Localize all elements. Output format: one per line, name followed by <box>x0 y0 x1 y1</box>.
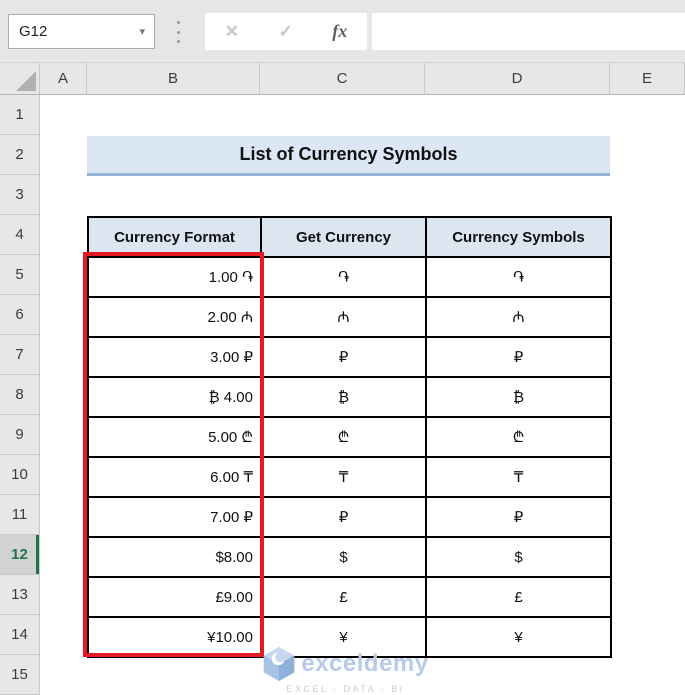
formula-strip: G12 ▾ ✕ ✓ fx <box>0 0 685 62</box>
cell-get-currency[interactable]: ₸ <box>260 456 427 498</box>
select-all-button[interactable] <box>0 63 40 94</box>
cell-currency-format[interactable]: ₿ 4.00 <box>87 376 262 418</box>
column-header-c[interactable]: C <box>260 63 425 94</box>
row-header-4[interactable]: 4 <box>0 215 40 255</box>
row-header-15[interactable]: 15 <box>0 655 40 695</box>
formula-buttons: ✕ ✓ fx <box>205 13 367 50</box>
cell-currency-symbol[interactable]: ¥ <box>425 616 612 658</box>
column-header-b[interactable]: B <box>87 63 260 94</box>
cancel-icon[interactable]: ✕ <box>225 22 239 42</box>
cell-get-currency[interactable]: ₼ <box>260 296 427 338</box>
row-header-1[interactable]: 1 <box>0 95 40 135</box>
row-header-6[interactable]: 6 <box>0 295 40 335</box>
cell-currency-format[interactable]: 7.00 ₽ <box>87 496 262 538</box>
name-box-value: G12 <box>19 23 48 40</box>
column-header-e[interactable]: E <box>610 63 685 94</box>
row-header-9[interactable]: 9 <box>0 415 40 455</box>
column-header-d[interactable]: D <box>425 63 610 94</box>
sheet-area[interactable]: List of Currency Symbols Currency Format… <box>40 95 685 695</box>
header-currency-format[interactable]: Currency Format <box>87 216 262 258</box>
row-header-3[interactable]: 3 <box>0 175 40 215</box>
cell-currency-symbol[interactable]: ₽ <box>425 336 612 378</box>
header-get-currency[interactable]: Get Currency <box>260 216 427 258</box>
table-row: 5.00 ₾ ₾ ₾ <box>87 416 612 458</box>
table-row: ₿ 4.00 ₿ ₿ <box>87 376 612 418</box>
table-row: 7.00 ₽ ₽ ₽ <box>87 496 612 538</box>
row-header-10[interactable]: 10 <box>0 455 40 495</box>
cell-currency-format[interactable]: $8.00 <box>87 536 262 578</box>
cell-currency-format[interactable]: 5.00 ₾ <box>87 416 262 458</box>
row-header-11[interactable]: 11 <box>0 495 40 535</box>
name-box[interactable]: G12 ▾ <box>8 14 155 49</box>
cell-currency-symbol[interactable]: ₼ <box>425 296 612 338</box>
cell-currency-format[interactable]: 3.00 ₽ <box>87 336 262 378</box>
cell-get-currency[interactable]: ֏ <box>260 256 427 298</box>
table-header-row: Currency Format Get Currency Currency Sy… <box>87 216 612 258</box>
cell-currency-format[interactable]: 6.00 ₸ <box>87 456 262 498</box>
cell-currency-symbol[interactable]: ₸ <box>425 456 612 498</box>
table-row: $8.00 $ $ <box>87 536 612 578</box>
title-cell[interactable]: List of Currency Symbols <box>87 136 610 176</box>
enter-icon[interactable]: ✓ <box>279 22 293 42</box>
cell-get-currency[interactable]: $ <box>260 536 427 578</box>
cell-currency-format[interactable]: 2.00 ₼ <box>87 296 262 338</box>
table-row: 1.00 ֏ ֏ ֏ <box>87 256 612 298</box>
column-header-strip: A B C D E <box>0 62 685 95</box>
watermark: exceldemy EXCEL - DATA - BI <box>258 645 433 694</box>
row-header-12-active[interactable]: 12 <box>0 535 40 575</box>
cell-currency-format[interactable]: ¥10.00 <box>87 616 262 658</box>
currency-table: Currency Format Get Currency Currency Sy… <box>87 216 612 658</box>
exceldemy-cube-logo-icon <box>264 647 295 681</box>
row-header-8[interactable]: 8 <box>0 375 40 415</box>
row-header-14[interactable]: 14 <box>0 615 40 655</box>
watermark-brand: exceldemy <box>301 650 429 677</box>
row-header-strip: 1 2 3 4 5 6 7 8 9 10 11 12 13 14 15 <box>0 95 40 695</box>
cell-currency-symbol[interactable]: ₽ <box>425 496 612 538</box>
cell-get-currency[interactable]: ₾ <box>260 416 427 458</box>
watermark-tagline: EXCEL - DATA - BI <box>286 684 405 694</box>
table-row: 2.00 ₼ ₼ ₼ <box>87 296 612 338</box>
table-row: 6.00 ₸ ₸ ₸ <box>87 456 612 498</box>
header-currency-symbols[interactable]: Currency Symbols <box>425 216 612 258</box>
column-header-a[interactable]: A <box>40 63 87 94</box>
row-header-7[interactable]: 7 <box>0 335 40 375</box>
table-row: 3.00 ₽ ₽ ₽ <box>87 336 612 378</box>
table-row: £9.00 £ £ <box>87 576 612 618</box>
cell-currency-symbol[interactable]: ₿ <box>425 376 612 418</box>
name-box-dropdown-icon[interactable]: ▾ <box>139 25 154 38</box>
row-header-2[interactable]: 2 <box>0 135 40 175</box>
select-all-triangle-icon <box>16 71 36 91</box>
cell-get-currency[interactable]: £ <box>260 576 427 618</box>
cell-currency-symbol[interactable]: ֏ <box>425 256 612 298</box>
cell-get-currency[interactable]: ₽ <box>260 336 427 378</box>
cell-currency-symbol[interactable]: ₾ <box>425 416 612 458</box>
row-header-5[interactable]: 5 <box>0 255 40 295</box>
cell-currency-format[interactable]: 1.00 ֏ <box>87 256 262 298</box>
insert-function-icon[interactable]: fx <box>332 21 347 42</box>
formula-input[interactable] <box>372 13 685 50</box>
cell-get-currency[interactable]: ₿ <box>260 376 427 418</box>
cell-currency-format[interactable]: £9.00 <box>87 576 262 618</box>
cell-currency-symbol[interactable]: £ <box>425 576 612 618</box>
separator-dots-icon <box>174 21 182 43</box>
cell-get-currency[interactable]: ₽ <box>260 496 427 538</box>
cell-currency-symbol[interactable]: $ <box>425 536 612 578</box>
row-header-13[interactable]: 13 <box>0 575 40 615</box>
